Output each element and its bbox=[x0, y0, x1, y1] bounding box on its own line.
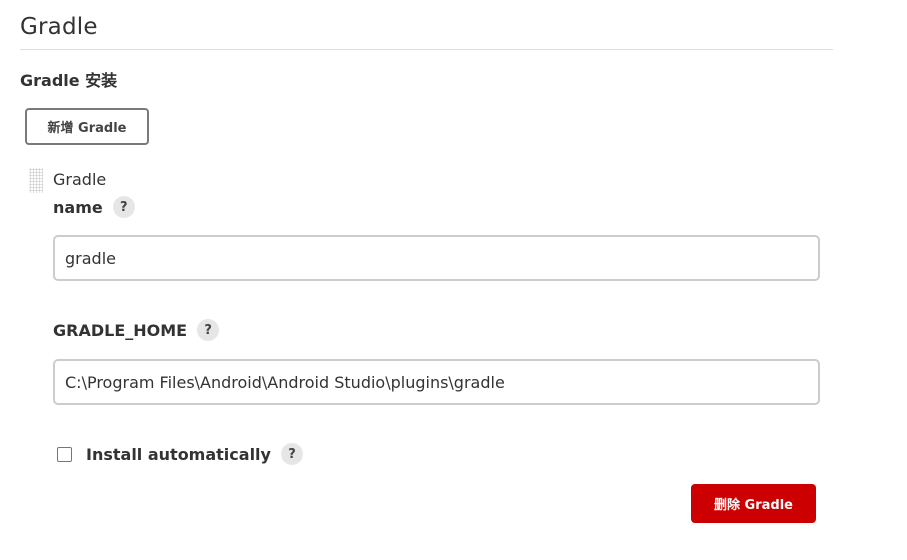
subsection-title: Gradle 安装 bbox=[20, 71, 118, 90]
gradle-home-input[interactable] bbox=[53, 359, 820, 405]
name-field-label: name ? bbox=[53, 196, 135, 218]
name-help-icon[interactable]: ? bbox=[112, 196, 135, 218]
install-automatically-row: Install automatically ? bbox=[57, 443, 303, 465]
name-input[interactable] bbox=[53, 235, 820, 281]
gradle-home-label-text: GRADLE_HOME bbox=[53, 320, 188, 340]
section-divider bbox=[20, 49, 833, 50]
install-automatically-help-icon[interactable]: ? bbox=[280, 443, 303, 465]
name-label-text: name bbox=[53, 197, 103, 217]
delete-gradle-button[interactable]: 删除 Gradle bbox=[691, 484, 816, 523]
section-title: Gradle bbox=[20, 14, 98, 40]
drag-handle-icon[interactable] bbox=[29, 168, 43, 193]
install-automatically-label[interactable]: Install automatically bbox=[86, 445, 271, 464]
installation-title: Gradle bbox=[53, 170, 107, 189]
gradle-home-field-label: GRADLE_HOME ? bbox=[53, 319, 220, 341]
gradle-config-page: Gradle Gradle 安装 新增 Gradle Gradle name ?… bbox=[0, 0, 907, 560]
gradle-home-help-icon[interactable]: ? bbox=[197, 319, 220, 341]
add-gradle-button[interactable]: 新增 Gradle bbox=[25, 108, 149, 145]
install-automatically-checkbox[interactable] bbox=[57, 446, 72, 462]
